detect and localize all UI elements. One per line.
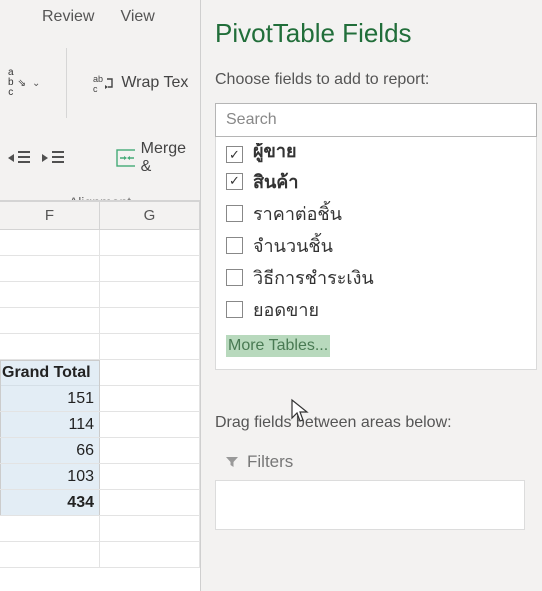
merge-label: Merge & (141, 140, 192, 176)
tab-view[interactable]: View (120, 8, 154, 26)
pane-subtitle: Choose fields to add to report: (215, 71, 542, 89)
chevron-down-icon: ⌄ (32, 78, 40, 89)
ribbon-tabs: Review View (0, 0, 200, 38)
arrow-icon: ⇘ (18, 78, 26, 89)
total-value: 66 (0, 438, 100, 464)
increase-indent-button[interactable] (42, 149, 64, 167)
field-label: ผู้ขาย (253, 143, 297, 165)
tab-review[interactable]: Review (42, 8, 94, 26)
checkbox-icon[interactable] (226, 205, 243, 222)
wrap-text-icon: ab c (93, 73, 115, 93)
svg-text:c: c (93, 84, 98, 93)
field-item[interactable]: ✓ ผู้ขาย (226, 143, 526, 165)
field-item[interactable]: ราคาต่อชิ้น (226, 197, 526, 229)
wrap-text-button[interactable]: ab c Wrap Tex (93, 73, 188, 93)
field-label: วิธีการชำระเงิน (253, 263, 374, 292)
totals-column: 151 114 66 103 434 (0, 386, 100, 516)
checkbox-icon[interactable]: ✓ (226, 146, 243, 163)
filters-dropzone[interactable] (215, 480, 525, 530)
wrap-text-label: Wrap Tex (121, 74, 188, 92)
checkbox-icon[interactable] (226, 269, 243, 286)
total-value: 103 (0, 464, 100, 490)
pivottable-fields-pane: PivotTable Fields Choose fields to add t… (200, 0, 542, 591)
checkbox-icon[interactable] (226, 301, 243, 318)
column-header-f[interactable]: F (0, 202, 100, 230)
filters-area-header: Filters (215, 452, 542, 472)
more-tables-link[interactable]: More Tables... (226, 335, 330, 357)
filter-icon (225, 455, 239, 469)
field-item[interactable]: ยอดขาย (226, 293, 526, 325)
decrease-indent-button[interactable] (8, 149, 30, 167)
separator (66, 48, 67, 118)
field-label: ยอดขาย (253, 295, 319, 324)
search-placeholder: Search (226, 111, 277, 129)
field-label: สินค้า (253, 167, 298, 196)
drag-areas-label: Drag fields between areas below: (215, 414, 542, 432)
field-item[interactable]: จำนวนชิ้น (226, 229, 526, 261)
total-value: 151 (0, 386, 100, 412)
field-label: ราคาต่อชิ้น (253, 199, 342, 228)
checkbox-icon[interactable]: ✓ (226, 173, 243, 190)
total-value: 114 (0, 412, 100, 438)
field-label: จำนวนชิ้น (253, 231, 333, 260)
merge-center-button[interactable]: Merge & (116, 140, 192, 176)
filters-label: Filters (247, 452, 293, 472)
field-list[interactable]: ✓ ผู้ขาย ✓ สินค้า ราคาต่อชิ้น จำนวนชิ้น … (215, 137, 537, 370)
grand-total-label: Grand Total (0, 360, 100, 386)
grand-total-value: 434 (0, 490, 100, 516)
ribbon: Review View abc ⇘ ⌄ ab c Wrap Tex (0, 0, 200, 200)
spreadsheet[interactable]: F G Grand Total 151 114 66 103 434 (0, 200, 200, 591)
column-header-g[interactable]: G (100, 202, 200, 230)
orientation-button[interactable]: abc ⇘ ⌄ (8, 68, 40, 98)
pane-title: PivotTable Fields (215, 18, 542, 49)
search-input[interactable]: Search (215, 103, 537, 137)
svg-text:ab: ab (93, 74, 103, 84)
field-item[interactable]: ✓ สินค้า (226, 165, 526, 197)
checkbox-icon[interactable] (226, 237, 243, 254)
merge-icon (116, 148, 135, 168)
field-item[interactable]: วิธีการชำระเงิน (226, 261, 526, 293)
